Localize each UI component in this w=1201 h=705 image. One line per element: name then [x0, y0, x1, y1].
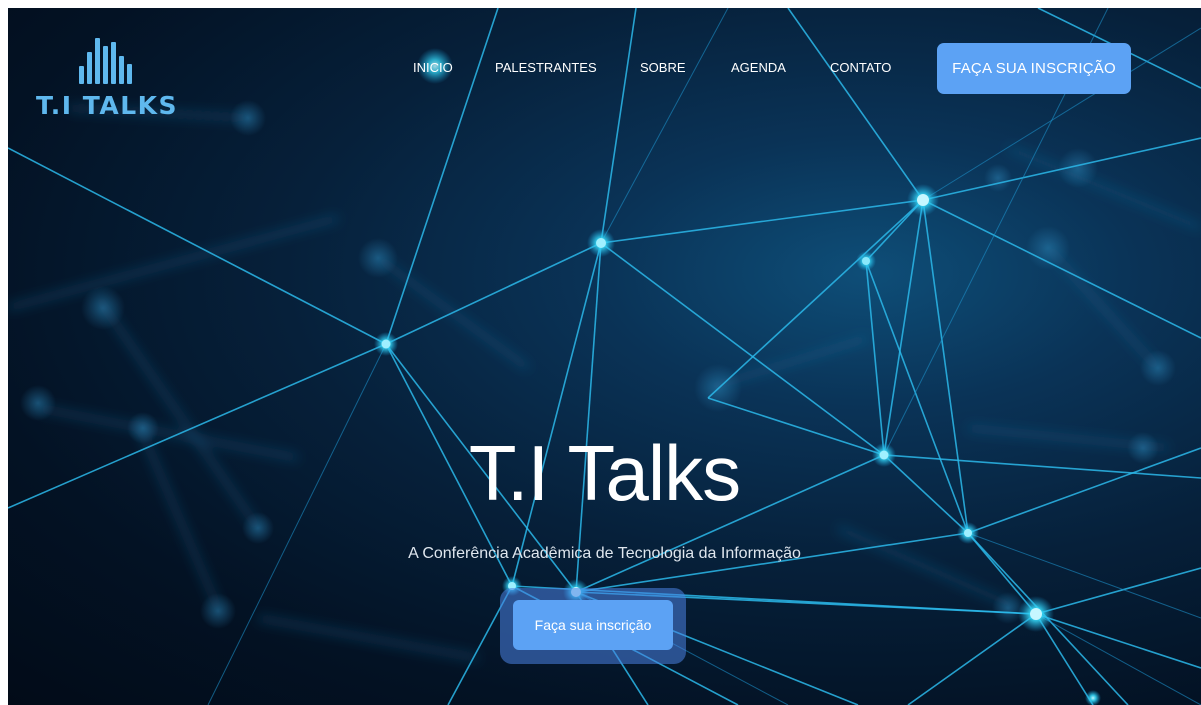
hero-section: T.I TALKS INICIO PALESTRANTES SOBRE AGEN…	[8, 8, 1201, 705]
nav-item-sobre[interactable]: SOBRE	[640, 60, 686, 75]
hero-signup-button[interactable]: Faça sua inscrição	[513, 600, 673, 650]
nav-item-palestrantes[interactable]: PALESTRANTES	[495, 60, 597, 75]
hero-title: T.I Talks	[468, 429, 741, 517]
header-signup-button[interactable]: FAÇA SUA INSCRIÇÃO	[937, 43, 1131, 94]
nav-item-agenda[interactable]: AGENDA	[731, 60, 786, 75]
nav-item-inicio[interactable]: INICIO	[413, 60, 453, 75]
nav-item-contato[interactable]: CONTATO	[830, 60, 891, 75]
hero-subtitle: A Conferência Acadêmica de Tecnologia da…	[408, 545, 801, 562]
logo-text: T.I TALKS	[36, 91, 179, 120]
page: T.I TALKS INICIO PALESTRANTES SOBRE AGEN…	[0, 0, 1201, 705]
